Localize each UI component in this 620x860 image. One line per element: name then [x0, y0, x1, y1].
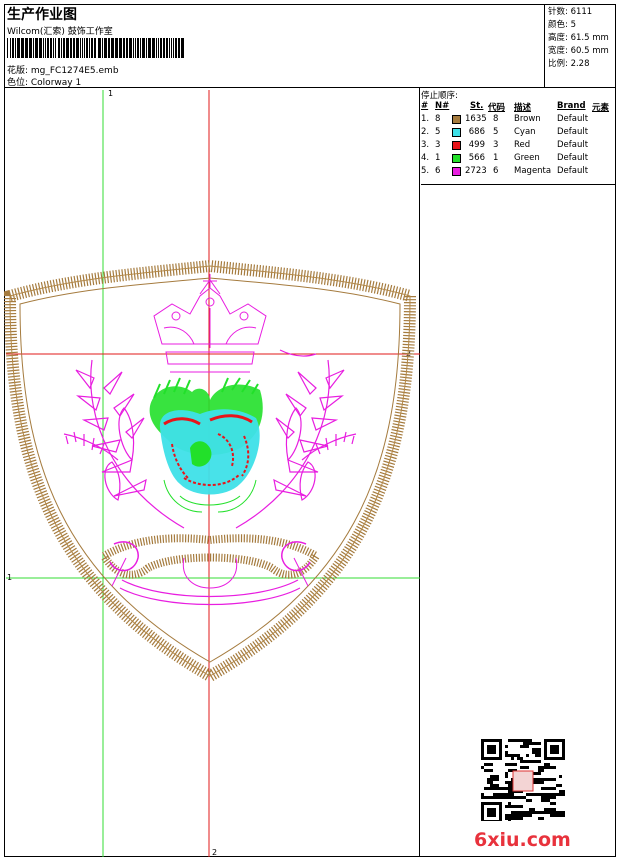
row-needle: 8	[435, 114, 441, 124]
row-brand: Default	[557, 127, 589, 137]
row-code: 3	[493, 140, 499, 150]
row-stitches: 499	[468, 140, 485, 150]
legend-row: 1. 8 1635 8 Brown Default	[421, 114, 616, 127]
watermark-logo: 6xiu.com	[474, 829, 571, 851]
legend-row: 4. 1 566 1 Green Default	[421, 153, 616, 166]
embroidery-preview: 1 2 1 2	[4, 89, 420, 857]
color-swatch	[452, 141, 461, 150]
design-canvas[interactable]: 1 2 1 2	[4, 88, 420, 857]
row-code: 5	[493, 127, 499, 137]
col-brand: Brand	[557, 101, 586, 111]
crown	[153, 274, 267, 373]
row-brand: Default	[557, 153, 589, 163]
color-sequence-table: 停止顺序: # N# St. 代码 描述 Brand 元素 1. 8 1635 8 Br…	[421, 88, 616, 185]
row-index: 1.	[421, 114, 430, 124]
qr-code	[481, 739, 565, 821]
header-info-panel: 生产作业图 Wilcom(汇索) 鼓饰工作室 花版: mg_FC1274E5.e…	[4, 4, 545, 88]
col-index: #	[421, 101, 429, 111]
col-needle: N#	[435, 101, 450, 111]
col-code: 代码	[488, 103, 506, 113]
row-index: 4.	[421, 153, 430, 163]
row-index: 5.	[421, 166, 430, 176]
row-index: 2.	[421, 127, 430, 137]
col-description: 描述	[514, 103, 532, 113]
barcode	[7, 38, 184, 58]
color-swatch	[452, 115, 461, 124]
guide-label-v2: 2	[212, 848, 217, 857]
central-emblem	[149, 377, 263, 513]
company-name: Wilcom(汇索) 鼓饰工作室	[7, 27, 113, 37]
row-needle: 5	[435, 127, 441, 137]
color-swatch	[452, 128, 461, 137]
design-height: 高度: 61.5 mm	[548, 33, 609, 43]
row-description: Magenta	[514, 166, 552, 176]
design-width: 宽度: 60.5 mm	[548, 46, 609, 56]
row-needle: 3	[435, 140, 441, 150]
row-stitches: 1635	[465, 114, 487, 124]
row-brand: Default	[557, 166, 589, 176]
row-description: Cyan	[514, 127, 536, 137]
row-needle: 1	[435, 153, 441, 163]
design-scale: 比例: 2.28	[548, 59, 590, 69]
colorway-label: 色位: Colorway 1	[7, 78, 82, 88]
stats-panel: 针数: 6111 颜色: 5 高度: 61.5 mm 宽度: 60.5 mm 比…	[545, 4, 616, 88]
guide-label-h1: 1	[7, 573, 12, 582]
guide-label-v1: 1	[108, 89, 113, 98]
row-brand: Default	[557, 140, 589, 150]
col-element: 元素	[592, 103, 610, 113]
color-swatch	[452, 167, 461, 176]
row-description: Brown	[514, 114, 541, 124]
legend-row: 2. 5 686 5 Cyan Default	[421, 127, 616, 140]
legend-row: 5. 6 2723 6 Magenta Default	[421, 166, 616, 179]
row-stitches: 686	[468, 127, 485, 137]
row-description: Red	[514, 140, 531, 150]
legend-title: 停止顺序:	[421, 91, 458, 101]
legend-row: 3. 3 499 3 Red Default	[421, 140, 616, 153]
row-index: 3.	[421, 140, 430, 150]
col-stitches: St.	[470, 101, 484, 111]
row-stitches: 566	[468, 153, 485, 163]
ribbon-scroll	[98, 534, 322, 606]
row-needle: 6	[435, 166, 441, 176]
row-stitches: 2723	[465, 166, 487, 176]
legend-header-row: # N# St. 代码 描述 Brand 元素	[421, 101, 616, 114]
row-code: 6	[493, 166, 499, 176]
stitch-count: 针数: 6111	[548, 7, 593, 17]
color-count: 颜色: 5	[548, 20, 576, 30]
row-description: Green	[514, 153, 540, 163]
row-brand: Default	[557, 114, 589, 124]
row-code: 1	[493, 153, 499, 163]
color-swatch	[452, 154, 461, 163]
page-title: 生产作业图	[7, 7, 77, 23]
row-code: 8	[493, 114, 499, 124]
